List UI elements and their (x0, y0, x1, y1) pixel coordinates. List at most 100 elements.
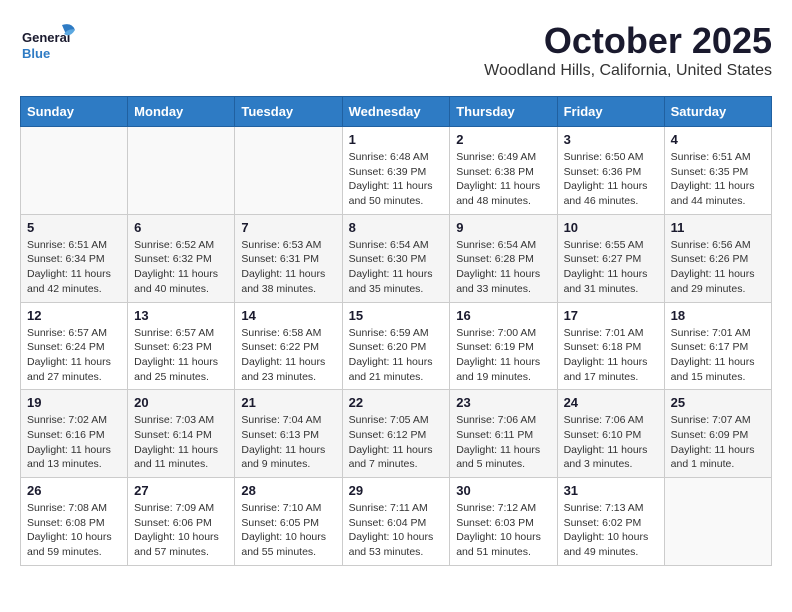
day-info: Sunrise: 7:01 AMSunset: 6:17 PMDaylight:… (671, 326, 765, 385)
calendar-cell (21, 127, 128, 215)
calendar-week-5: 26Sunrise: 7:08 AMSunset: 6:08 PMDayligh… (21, 478, 772, 566)
day-number: 2 (456, 132, 550, 147)
calendar-cell: 23Sunrise: 7:06 AMSunset: 6:11 PMDayligh… (450, 390, 557, 478)
weekday-header-friday: Friday (557, 97, 664, 127)
logo-icon: General Blue (20, 20, 80, 70)
calendar-cell: 29 Sunrise: 7:11 AMSunset: 6:04 PMDayligh… (342, 478, 450, 566)
day-info: Sunrise: 7:08 AMSunset: 6:08 PMDaylight:… (27, 501, 121, 560)
calendar-cell: 26Sunrise: 7:08 AMSunset: 6:08 PMDayligh… (21, 478, 128, 566)
day-info: Sunrise: 6:51 AMSunset: 6:34 PMDaylight:… (27, 238, 121, 297)
day-number: 18 (671, 308, 765, 323)
calendar-cell (128, 127, 235, 215)
day-info: Sunrise: 7:06 AMSunset: 6:11 PMDaylight:… (456, 413, 550, 472)
day-info: Sunrise: 7:12 AMSunset: 6:03 PMDaylight:… (456, 501, 550, 560)
day-info: Sunrise: 7:09 AMSunset: 6:06 PMDaylight:… (134, 501, 228, 560)
day-info: Sunrise: 6:54 AMSunset: 6:28 PMDaylight:… (456, 238, 550, 297)
calendar-week-3: 12 Sunrise: 6:57 AMSunset: 6:24 PMDayligh… (21, 302, 772, 390)
weekday-header-row: SundayMondayTuesdayWednesdayThursdayFrid… (21, 97, 772, 127)
calendar-cell: 20Sunrise: 7:03 AMSunset: 6:14 PMDayligh… (128, 390, 235, 478)
day-number: 17 (564, 308, 658, 323)
weekday-header-sunday: Sunday (21, 97, 128, 127)
logo: General Blue (20, 20, 80, 75)
day-info: Sunrise: 6:52 AMSunset: 6:32 PMDaylight:… (134, 238, 228, 297)
weekday-header-thursday: Thursday (450, 97, 557, 127)
calendar-cell: 14 Sunrise: 6:58 AMSunset: 6:22 PMDayligh… (235, 302, 342, 390)
day-info: Sunrise: 6:51 AMSunset: 6:35 PMDaylight:… (671, 150, 765, 209)
day-number: 4 (671, 132, 765, 147)
calendar-cell: 1 Sunrise: 6:48 AMSunset: 6:39 PMDaylight… (342, 127, 450, 215)
calendar-cell: 30 Sunrise: 7:12 AMSunset: 6:03 PMDayligh… (450, 478, 557, 566)
month-title: October 2025 (484, 20, 772, 62)
calendar-cell: 31 Sunrise: 7:13 AMSunset: 6:02 PMDayligh… (557, 478, 664, 566)
title-block: October 2025 Woodland Hills, California,… (484, 20, 772, 80)
calendar-cell: 27 Sunrise: 7:09 AMSunset: 6:06 PMDayligh… (128, 478, 235, 566)
calendar-cell: 28Sunrise: 7:10 AMSunset: 6:05 PMDayligh… (235, 478, 342, 566)
day-info: Sunrise: 6:55 AMSunset: 6:27 PMDaylight:… (564, 238, 658, 297)
calendar-cell: 18 Sunrise: 7:01 AMSunset: 6:17 PMDayligh… (664, 302, 771, 390)
day-number: 5 (27, 220, 121, 235)
day-number: 25 (671, 395, 765, 410)
day-info: Sunrise: 6:58 AMSunset: 6:22 PMDaylight:… (241, 326, 335, 385)
day-number: 3 (564, 132, 658, 147)
day-number: 15 (349, 308, 444, 323)
day-number: 11 (671, 220, 765, 235)
calendar-cell: 4 Sunrise: 6:51 AMSunset: 6:35 PMDaylight… (664, 127, 771, 215)
calendar-cell: 12 Sunrise: 6:57 AMSunset: 6:24 PMDayligh… (21, 302, 128, 390)
day-number: 30 (456, 483, 550, 498)
day-info: Sunrise: 7:13 AMSunset: 6:02 PMDaylight:… (564, 501, 658, 560)
day-number: 22 (349, 395, 444, 410)
day-number: 13 (134, 308, 228, 323)
calendar-cell: 3 Sunrise: 6:50 AMSunset: 6:36 PMDaylight… (557, 127, 664, 215)
day-number: 1 (349, 132, 444, 147)
svg-text:Blue: Blue (22, 46, 50, 61)
day-info: Sunrise: 7:11 AMSunset: 6:04 PMDaylight:… (349, 501, 444, 560)
day-info: Sunrise: 7:07 AMSunset: 6:09 PMDaylight:… (671, 413, 765, 472)
day-number: 8 (349, 220, 444, 235)
day-info: Sunrise: 7:00 AMSunset: 6:19 PMDaylight:… (456, 326, 550, 385)
calendar-cell (664, 478, 771, 566)
day-number: 19 (27, 395, 121, 410)
calendar-cell: 24Sunrise: 7:06 AMSunset: 6:10 PMDayligh… (557, 390, 664, 478)
calendar-cell: 6 Sunrise: 6:52 AMSunset: 6:32 PMDaylight… (128, 214, 235, 302)
svg-text:General: General (22, 30, 70, 45)
day-info: Sunrise: 7:02 AMSunset: 6:16 PMDaylight:… (27, 413, 121, 472)
calendar-week-4: 19 Sunrise: 7:02 AMSunset: 6:16 PMDayligh… (21, 390, 772, 478)
day-info: Sunrise: 6:50 AMSunset: 6:36 PMDaylight:… (564, 150, 658, 209)
calendar-cell: 21Sunrise: 7:04 AMSunset: 6:13 PMDayligh… (235, 390, 342, 478)
day-number: 21 (241, 395, 335, 410)
weekday-header-monday: Monday (128, 97, 235, 127)
day-number: 16 (456, 308, 550, 323)
day-info: Sunrise: 7:10 AMSunset: 6:05 PMDaylight:… (241, 501, 335, 560)
day-info: Sunrise: 6:56 AMSunset: 6:26 PMDaylight:… (671, 238, 765, 297)
calendar-cell: 2Sunrise: 6:49 AMSunset: 6:38 PMDaylight… (450, 127, 557, 215)
weekday-header-saturday: Saturday (664, 97, 771, 127)
day-number: 10 (564, 220, 658, 235)
day-number: 27 (134, 483, 228, 498)
day-number: 6 (134, 220, 228, 235)
day-info: Sunrise: 7:03 AMSunset: 6:14 PMDaylight:… (134, 413, 228, 472)
calendar-cell: 10 Sunrise: 6:55 AMSunset: 6:27 PMDayligh… (557, 214, 664, 302)
calendar-cell: 11 Sunrise: 6:56 AMSunset: 6:26 PMDayligh… (664, 214, 771, 302)
calendar-cell: 13 Sunrise: 6:57 AMSunset: 6:23 PMDayligh… (128, 302, 235, 390)
calendar-cell: 5 Sunrise: 6:51 AMSunset: 6:34 PMDaylight… (21, 214, 128, 302)
calendar-cell: 17 Sunrise: 7:01 AMSunset: 6:18 PMDayligh… (557, 302, 664, 390)
calendar-week-2: 5 Sunrise: 6:51 AMSunset: 6:34 PMDaylight… (21, 214, 772, 302)
calendar-cell: 9Sunrise: 6:54 AMSunset: 6:28 PMDaylight… (450, 214, 557, 302)
day-number: 14 (241, 308, 335, 323)
day-info: Sunrise: 6:57 AMSunset: 6:23 PMDaylight:… (134, 326, 228, 385)
day-number: 29 (349, 483, 444, 498)
day-info: Sunrise: 7:01 AMSunset: 6:18 PMDaylight:… (564, 326, 658, 385)
day-info: Sunrise: 6:54 AMSunset: 6:30 PMDaylight:… (349, 238, 444, 297)
day-info: Sunrise: 6:57 AMSunset: 6:24 PMDaylight:… (27, 326, 121, 385)
day-number: 31 (564, 483, 658, 498)
weekday-header-wednesday: Wednesday (342, 97, 450, 127)
day-info: Sunrise: 6:48 AMSunset: 6:39 PMDaylight:… (349, 150, 444, 209)
day-number: 12 (27, 308, 121, 323)
page-header: General Blue October 2025 Woodland Hills… (20, 20, 772, 80)
location-subtitle: Woodland Hills, California, United State… (484, 62, 772, 80)
day-info: Sunrise: 7:06 AMSunset: 6:10 PMDaylight:… (564, 413, 658, 472)
calendar-table: SundayMondayTuesdayWednesdayThursdayFrid… (20, 96, 772, 566)
weekday-header-tuesday: Tuesday (235, 97, 342, 127)
calendar-cell: 15Sunrise: 6:59 AMSunset: 6:20 PMDayligh… (342, 302, 450, 390)
calendar-cell (235, 127, 342, 215)
